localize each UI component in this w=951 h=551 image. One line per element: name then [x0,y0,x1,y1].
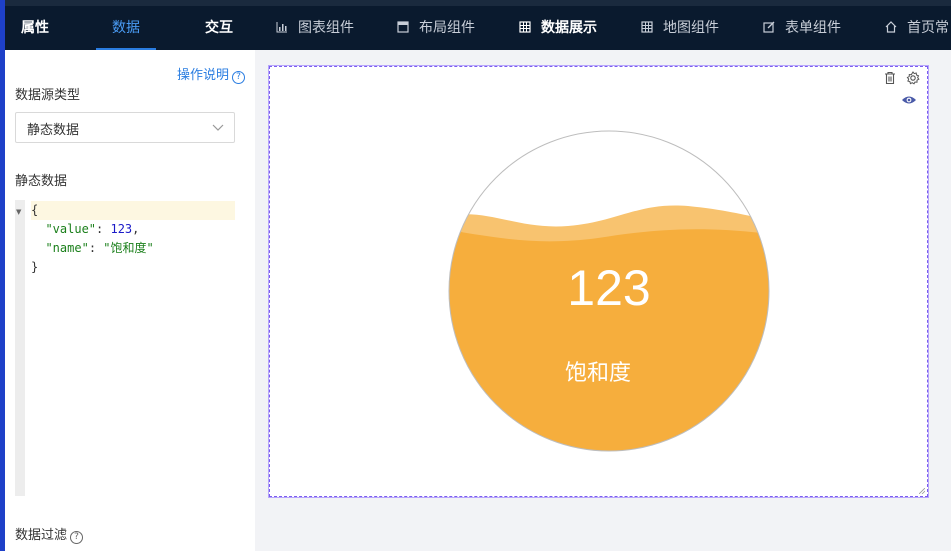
code-line: { [31,201,235,220]
nav-layout-components[interactable]: 布局组件 [397,6,475,50]
source-type-label: 数据源类型 [15,88,81,103]
help-link[interactable]: 操作说明? [177,64,245,84]
edit-icon [763,21,775,33]
json-code-editor[interactable]: ▼ { "value": 123, "name": "饱和度" } [15,200,235,496]
tab-properties[interactable]: 属性 [21,6,49,50]
gear-icon[interactable] [906,71,920,85]
nav-chart-label: 图表组件 [298,20,354,36]
eye-icon[interactable] [901,94,917,106]
nav-data-display[interactable]: 数据展示 [519,6,597,50]
gauge-value: 123 [567,260,650,316]
nav-home-label: 首页常 [907,20,949,36]
liquid-fill-gauge: 123 饱和度 [448,130,770,452]
nav-home[interactable]: 首页常 [885,6,949,50]
top-nav-bar: 属性 数据 交互 图表组件 布局组件 数据展示 地图组件 表单组件 首页常 [5,0,951,50]
data-filter-text: 数据过滤 [15,528,68,543]
nav-form-label: 表单组件 [785,20,841,36]
tab-interaction[interactable]: 交互 [205,6,233,50]
source-type-select[interactable]: 静态数据 [15,112,235,143]
data-filter-label: 数据过滤? [15,524,84,544]
chevron-down-icon [212,124,224,131]
nav-chart-components[interactable]: 图表组件 [276,6,354,50]
nav-form-components[interactable]: 表单组件 [763,6,841,50]
bar-chart-icon [276,22,287,33]
tab-data[interactable]: 数据 [96,6,156,50]
static-data-label: 静态数据 [15,174,68,189]
code-line: "name": "饱和度" [45,241,154,255]
nav-layout-label: 布局组件 [419,20,475,36]
delete-icon[interactable] [883,71,897,85]
resize-handle-icon[interactable] [919,488,925,494]
home-icon [885,21,897,33]
table-icon [519,21,531,33]
source-type-value: 静态数据 [27,123,80,138]
help-link-label: 操作说明 [176,68,229,83]
liquid-fill-widget[interactable]: 123 饱和度 [269,66,928,497]
grid-icon [641,21,653,33]
data-config-panel: 操作说明? 数据源类型 静态数据 静态数据 ▼ { "value": 123, … [5,50,255,551]
code-line: "value": 123, [45,222,140,236]
fold-arrow-icon[interactable]: ▼ [16,208,21,216]
nav-map-components[interactable]: 地图组件 [641,6,719,50]
nav-map-label: 地图组件 [663,20,719,36]
editor-canvas: 123 饱和度 [255,50,951,551]
gauge-name: 饱和度 [565,361,631,386]
question-circle-icon[interactable]: ? [70,531,84,544]
layout-icon [397,21,409,33]
code-line: } [31,260,39,274]
nav-display-label: 数据展示 [541,20,597,36]
question-circle-icon: ? [232,71,245,84]
